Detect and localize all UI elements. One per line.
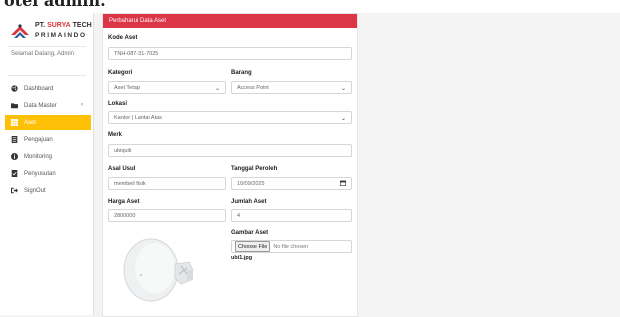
sidebar-item-signout[interactable]: SignOut — [5, 183, 91, 198]
no-file-text: No file chosen — [273, 243, 309, 250]
card-header: Perbaharui Data Aset — [103, 14, 357, 28]
kategori-value: Aset Tetap — [114, 84, 140, 91]
kategori-label: Kategori — [108, 70, 133, 76]
chevron-down-icon: ⌄ — [214, 86, 220, 92]
kode-aset-label: Kode Aset — [108, 35, 138, 41]
sidebar-item-penyusutan[interactable]: Penyusutan — [5, 166, 91, 181]
welcome-text: Selamat Datang, Admin — [11, 51, 75, 57]
grid-icon — [11, 119, 18, 126]
lokasi-select[interactable]: Kantor | Lantai Atas ⌄ — [108, 111, 352, 124]
sidebar-item-pengajuan[interactable]: Pengajuan — [5, 132, 91, 147]
sidebar-item-aset[interactable]: Aset — [5, 115, 91, 130]
kategori-select[interactable]: Aset Tetap ⌄ — [108, 81, 226, 94]
top-title: otel admin. — [4, 0, 106, 10]
asal-usul-input[interactable]: membeli fisik — [108, 177, 226, 190]
sidebar-divider — [8, 46, 86, 47]
info-icon — [11, 153, 18, 160]
lokasi-label: Lokasi — [108, 101, 128, 107]
tanggal-peroleh-input[interactable]: 10/09/2025 — [231, 177, 352, 190]
sidebar-item-label: Monitoring — [24, 153, 53, 160]
sidebar-nav: Dashboard Data Master ‹ Aset Pengajuan M… — [5, 81, 91, 200]
document-icon — [11, 136, 18, 143]
sidebar-item-label: SignOut — [24, 187, 46, 194]
asset-image-preview — [123, 238, 194, 302]
brand-sub: PRIMAINDO — [35, 32, 87, 39]
barang-label: Barang — [231, 70, 252, 76]
gambar-aset-label: Gambar Aset — [231, 230, 269, 236]
signout-icon — [11, 187, 18, 194]
page-top-strip: otel admin. — [0, 0, 620, 13]
sidebar-item-label: Data Master — [24, 102, 57, 109]
current-image-filename: ubi1.jpg — [231, 255, 253, 261]
kode-aset-input[interactable]: TNH-087-31-7025 — [108, 47, 352, 60]
palette-icon — [11, 85, 18, 92]
sidebar-item-dashboard[interactable]: Dashboard — [5, 81, 91, 96]
brand-name: PT. SURYA TECH — [35, 22, 92, 29]
checklist-icon — [11, 170, 18, 177]
sidebar-item-label: Aset — [24, 119, 37, 126]
gambar-aset-file-input[interactable]: Choose File No file chosen — [231, 240, 352, 253]
tanggal-peroleh-value: 10/09/2025 — [237, 180, 265, 187]
chevron-left-icon: ‹ — [81, 102, 83, 108]
merk-input[interactable]: ubiquiti — [108, 144, 352, 157]
jumlah-aset-value: 4 — [237, 212, 241, 219]
merk-value: ubiquiti — [114, 147, 132, 154]
choose-file-button[interactable]: Choose File — [235, 241, 271, 252]
chevron-down-icon: ⌄ — [340, 86, 346, 92]
barang-value: Access Point — [237, 84, 269, 91]
sidebar-item-label: Penyusutan — [24, 170, 56, 177]
asal-usul-value: membeli fisik — [114, 180, 146, 187]
jumlah-aset-input[interactable]: 4 — [231, 209, 352, 222]
sidebar-item-label: Pengajuan — [24, 136, 53, 143]
jumlah-aset-label: Jumlah Aset — [231, 199, 267, 205]
chevron-down-icon: ⌄ — [340, 116, 346, 122]
calendar-icon[interactable] — [340, 180, 346, 186]
sidebar-item-data-master[interactable]: Data Master ‹ — [5, 98, 91, 113]
sidebar-divider — [8, 75, 86, 76]
sidebar-item-label: Dashboard — [24, 85, 54, 92]
merk-label: Merk — [108, 132, 123, 138]
barang-select[interactable]: Access Point ⌄ — [231, 81, 352, 94]
sidebar: PT. SURYA TECH PRIMAINDO Selamat Datang,… — [0, 13, 94, 315]
lokasi-value: Kantor | Lantai Atas — [114, 114, 162, 121]
folder-icon — [11, 102, 18, 109]
sidebar-item-monitoring[interactable]: Monitoring — [5, 149, 91, 164]
brand-logo[interactable]: PT. SURYA TECH PRIMAINDO — [8, 19, 92, 45]
kode-aset-value: TNH-087-31-7025 — [114, 50, 159, 57]
asal-usul-label: Asal Usul — [108, 166, 136, 172]
tanggal-peroleh-label: Tanggal Peroleh — [231, 166, 278, 172]
brand-logo-icon — [11, 24, 29, 38]
